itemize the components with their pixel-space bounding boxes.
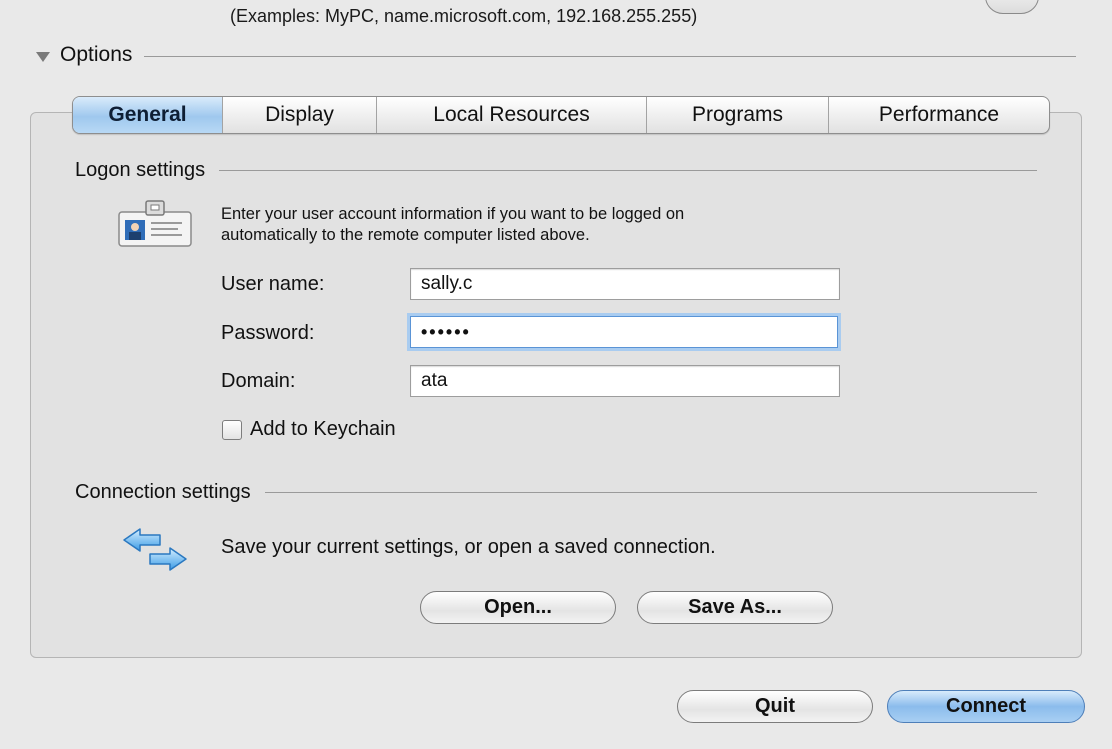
tab-performance[interactable]: Performance: [829, 97, 1049, 133]
logon-settings-header: Logon settings: [75, 156, 1037, 184]
password-dots: ••••••: [421, 322, 471, 342]
connection-settings-label: Connection settings: [75, 480, 251, 503]
tab-programs[interactable]: Programs: [647, 97, 829, 133]
password-field[interactable]: ••••••: [410, 316, 838, 348]
add-to-keychain-label: Add to Keychain: [250, 418, 396, 440]
domain-field[interactable]: [410, 365, 840, 397]
tab-general[interactable]: General: [73, 97, 223, 133]
logon-description: Enter your user account information if y…: [221, 204, 1001, 246]
tab-local-resources[interactable]: Local Resources: [377, 97, 647, 133]
add-to-keychain-checkbox[interactable]: [222, 419, 242, 440]
tab-bar: General Display Local Resources Programs…: [72, 96, 1050, 134]
help-button[interactable]: [985, 0, 1039, 14]
connection-description: Save your current settings, or open a sa…: [221, 536, 716, 558]
username-label: User name:: [221, 273, 325, 295]
logon-description-line-1: Enter your user account information if y…: [221, 205, 685, 223]
connection-settings-separator: [264, 491, 1037, 493]
connection-settings-header: Connection settings: [75, 478, 1037, 506]
logon-settings-separator: [219, 169, 1037, 171]
logon-description-line-2: automatically to the remote computer lis…: [221, 226, 590, 244]
disclosure-triangle-icon[interactable]: [36, 51, 50, 62]
id-badge-icon: [118, 200, 192, 247]
open-button[interactable]: Open...: [420, 591, 616, 624]
options-disclosure[interactable]: Options: [36, 40, 1076, 70]
options-separator: [144, 55, 1076, 57]
save-as-button[interactable]: Save As...: [637, 591, 833, 624]
domain-label: Domain:: [221, 370, 296, 392]
computer-examples-hint: (Examples: MyPC, name.microsoft.com, 192…: [230, 6, 698, 26]
password-label: Password:: [221, 322, 315, 344]
tab-display[interactable]: Display: [223, 97, 377, 133]
swap-arrows-icon: [123, 528, 187, 571]
options-label: Options: [60, 43, 133, 66]
connect-button[interactable]: Connect: [887, 690, 1085, 723]
username-field[interactable]: [410, 268, 840, 300]
logon-settings-label: Logon settings: [75, 158, 206, 181]
quit-button[interactable]: Quit: [677, 690, 873, 723]
add-to-keychain-option[interactable]: Add to Keychain: [222, 418, 396, 441]
